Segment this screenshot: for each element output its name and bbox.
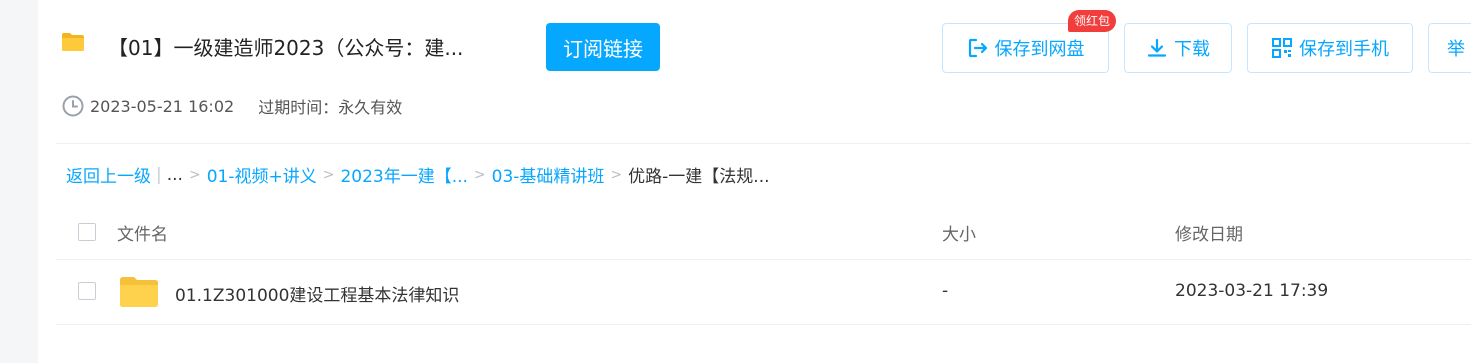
- report-label: 举: [1447, 39, 1465, 60]
- breadcrumb-ellipsis[interactable]: ...: [167, 165, 183, 185]
- breadcrumb-separator: >: [610, 166, 623, 183]
- expire-time: 过期时间：永久有效: [258, 98, 403, 117]
- column-header-date[interactable]: 修改日期: [1175, 220, 1243, 245]
- table-row[interactable]: 01.1Z301000建设工程基本法律知识 - 2023-03-21 17:39: [56, 260, 1471, 325]
- qrcode-icon: [1272, 38, 1292, 58]
- column-header-name[interactable]: 文件名: [117, 220, 168, 245]
- save-to-phone-label: 保存到手机: [1299, 39, 1389, 60]
- folder-icon: [120, 277, 158, 307]
- breadcrumb-item[interactable]: 2023年一建【...: [340, 162, 467, 187]
- breadcrumb-separator: >: [188, 166, 201, 183]
- save-to-phone-button[interactable]: 保存到手机: [1247, 23, 1413, 73]
- save-to-disk-label: 保存到网盘: [994, 39, 1085, 60]
- download-button[interactable]: 下载: [1124, 23, 1232, 73]
- share-panel: 【01】一级建造师2023（公众号：建... 订阅链接 保存到网盘 下载 保存到…: [38, 0, 1471, 363]
- breadcrumb-back[interactable]: 返回上一级: [66, 162, 151, 187]
- folder-icon: [62, 33, 84, 51]
- created-time: 2023-05-21 16:02: [90, 96, 235, 116]
- row-checkbox[interactable]: [78, 282, 96, 300]
- breadcrumb-item[interactable]: 01-视频+讲义: [207, 162, 317, 187]
- download-label: 下载: [1174, 39, 1210, 60]
- file-size: -: [942, 281, 949, 301]
- file-date: 2023-03-21 17:39: [1175, 281, 1329, 301]
- breadcrumb-separator: >: [322, 166, 335, 183]
- breadcrumb-divider: |: [156, 164, 162, 185]
- clock-icon: [62, 95, 84, 117]
- subscribe-link-button[interactable]: 订阅链接: [546, 23, 660, 71]
- share-meta: 2023-05-21 16:02 过期时间：永久有效: [62, 94, 402, 118]
- column-header-size[interactable]: 大小: [942, 220, 976, 245]
- breadcrumb: 返回上一级 | ... > 01-视频+讲义 > 2023年一建【... > 0…: [66, 162, 770, 188]
- table-header: 文件名 大小 修改日期: [56, 205, 1471, 260]
- download-icon: [1147, 38, 1167, 57]
- select-all-checkbox[interactable]: [78, 223, 96, 241]
- share-title: 【01】一级建造师2023（公众号：建...: [108, 36, 464, 60]
- breadcrumb-current: 优路-一建【法规...: [628, 167, 770, 187]
- breadcrumb-item[interactable]: 03-基础精讲班: [492, 162, 605, 187]
- red-packet-badge[interactable]: 领红包: [1068, 10, 1117, 32]
- breadcrumb-separator: >: [473, 166, 486, 183]
- report-button[interactable]: 举: [1428, 23, 1471, 73]
- file-name[interactable]: 01.1Z301000建设工程基本法律知识: [175, 281, 459, 306]
- divider: [56, 143, 1471, 144]
- save-to-disk-icon: [968, 38, 987, 58]
